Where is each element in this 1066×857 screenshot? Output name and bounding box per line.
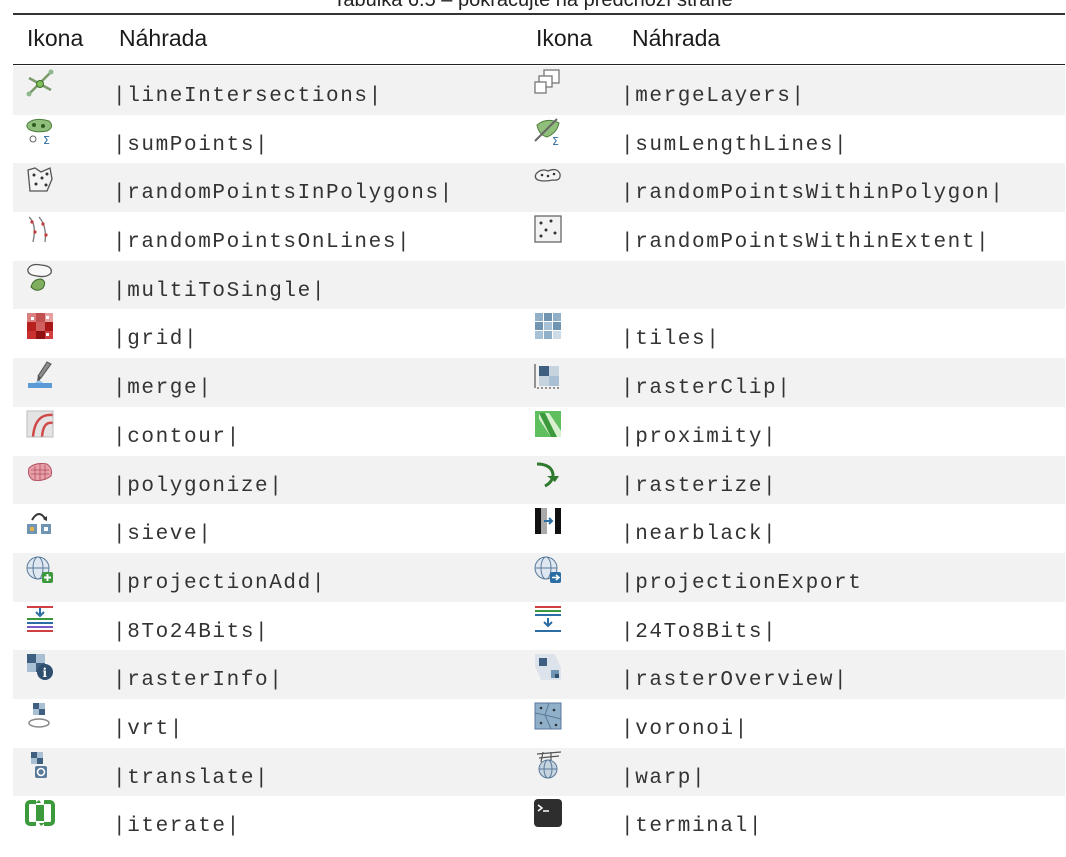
header-ikona-2: Ikona (536, 25, 593, 51)
table-row: |randomPointsInPolygons| |randomPointsWi… (13, 163, 1065, 213)
table-row: |projectionAdd| |projectionExport (13, 552, 1065, 602)
table-row: |randomPointsOnLines| |randomPointsWithi… (13, 212, 1065, 261)
replacement-text: |multiToSingle| (113, 279, 327, 303)
random-points-on-lines-icon (25, 214, 55, 244)
replacement-text: |24To8Bits| (621, 620, 778, 644)
replacement-text: |translate| (113, 766, 270, 790)
replacement-text: |iterate| (113, 815, 241, 839)
translate-icon (25, 750, 55, 780)
replacement-text: |sieve| (113, 523, 213, 547)
rasterize-icon (533, 458, 563, 488)
voronoi-icon (533, 701, 563, 731)
iterate-icon (25, 798, 55, 828)
table-row: i |rasterInfo| |rasterOverview| (13, 650, 1065, 699)
warp-icon (533, 750, 563, 780)
replacement-text: |sumLengthLines| (621, 133, 849, 157)
replacement-text: |sumPoints| (113, 133, 270, 157)
replacement-text: |randomPointsInPolygons| (113, 182, 454, 206)
tiles-icon (533, 311, 563, 341)
sieve-icon (25, 506, 55, 536)
replacement-text: |polygonize| (113, 474, 284, 498)
replacement-text: |randomPointsWithinExtent| (621, 231, 991, 255)
table-row: Σ |sumPoints| Σ |sumLengthLines| (13, 114, 1065, 164)
replacement-text: |lineIntersections| (113, 85, 383, 108)
contour-icon (25, 409, 55, 439)
replacement-text: |grid| (113, 328, 199, 352)
line-intersections-icon (25, 68, 55, 98)
vrt-icon (25, 701, 55, 731)
header-rule (13, 64, 1065, 65)
24-to-8-bits-icon (533, 604, 563, 634)
nearblack-icon (533, 506, 563, 536)
replacement-text: |8To24Bits| (113, 620, 270, 644)
projection-add-icon (25, 555, 55, 585)
table-row: |translate| |warp| (13, 747, 1065, 797)
projection-export-icon (533, 555, 563, 585)
polygonize-icon (25, 458, 55, 488)
replacement-text: |randomPointsOnLines| (113, 231, 412, 255)
replacement-text: |tiles| (621, 328, 721, 352)
svg-text:i: i (43, 666, 48, 680)
replacement-text: |randomPointsWithinPolygon| (621, 182, 1005, 206)
replacement-text: |warp| (621, 766, 707, 790)
replacement-text: |rasterize| (621, 474, 778, 498)
table-row: |merge| |rasterClip| (13, 358, 1065, 407)
replacement-text: |rasterOverview| (621, 669, 849, 693)
replacement-text: |rasterInfo| (113, 669, 284, 693)
grid-icon (25, 311, 55, 341)
raster-overview-icon (533, 652, 563, 682)
header-ikona-1: Ikona (27, 25, 84, 51)
proximity-icon (533, 409, 563, 439)
replacement-text: |terminal| (621, 815, 764, 839)
svg-text:Σ: Σ (43, 134, 50, 147)
table-row: |multiToSingle| (13, 260, 1065, 310)
random-points-within-polygon-icon (533, 165, 563, 195)
table-row: |polygonize| |rasterize| (13, 455, 1065, 505)
random-points-within-extent-icon (533, 214, 563, 244)
header-nahrada-1: Náhrada (119, 25, 208, 51)
table-row: |8To24Bits| |24To8Bits| (13, 601, 1065, 651)
substitution-table: |lineIntersections| |mergeLayers| Σ |sum… (13, 66, 1065, 845)
replacement-text: |merge| (113, 377, 213, 401)
replacement-text: |voronoi| (621, 717, 749, 741)
replacement-text: |nearblack| (621, 523, 778, 547)
table-row: |vrt| |voronoi| (13, 698, 1065, 748)
table-row: |iterate| |terminal| (13, 796, 1065, 845)
merge-layers-icon (533, 68, 563, 98)
table-row: |sieve| |nearblack| (13, 504, 1065, 553)
header-nahrada-2: Náhrada (632, 25, 721, 51)
merge-icon (25, 360, 55, 390)
replacement-text: |projectionExport (621, 571, 863, 595)
replacement-text: |proximity| (621, 425, 778, 449)
table-row: |grid| |tiles| (13, 309, 1065, 359)
multi-to-single-icon (25, 263, 55, 293)
replacement-text: |projectionAdd| (113, 571, 327, 595)
table-row: |contour| |proximity| (13, 406, 1065, 456)
sum-points-icon: Σ (25, 117, 55, 147)
table-caption: Tabulka 6.5 – pokračujte na předchozí st… (333, 0, 733, 11)
random-points-in-polygons-icon (25, 165, 55, 195)
terminal-icon (533, 798, 563, 828)
raster-clip-icon (533, 360, 563, 390)
replacement-text: |mergeLayers| (621, 85, 806, 108)
sum-length-lines-icon: Σ (533, 117, 563, 147)
replacement-text: |vrt| (113, 717, 185, 741)
raster-info-icon: i (25, 652, 55, 682)
8-to-24-bits-icon (25, 604, 55, 634)
table-row: |lineIntersections| |mergeLayers| (13, 66, 1065, 115)
replacement-text: |rasterClip| (621, 377, 792, 401)
replacement-text: |contour| (113, 425, 241, 449)
svg-text:Σ: Σ (552, 135, 559, 147)
